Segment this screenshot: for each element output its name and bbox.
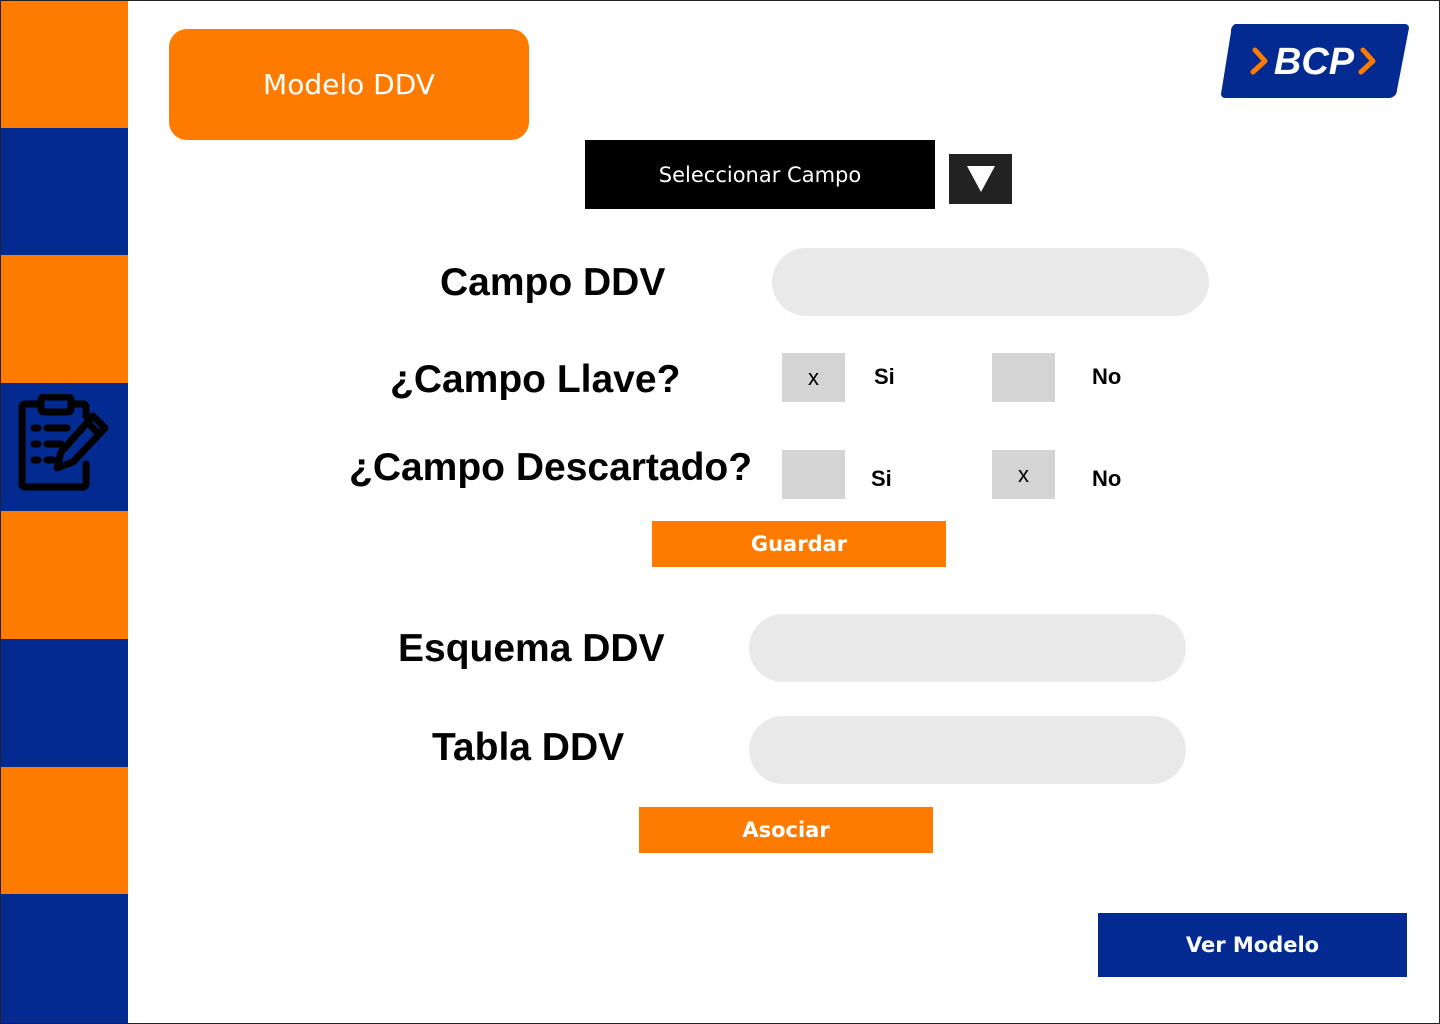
page-title: Modelo DDV bbox=[169, 29, 529, 140]
logo-text: BCP bbox=[1274, 41, 1355, 83]
ver-modelo-button[interactable]: Ver Modelo bbox=[1098, 913, 1407, 977]
sidebar-stripe-orange bbox=[1, 767, 128, 894]
campo-llave-no-checkbox[interactable] bbox=[992, 353, 1055, 402]
select-campo[interactable]: Seleccionar Campo bbox=[585, 140, 935, 209]
esquema-ddv-label: Esquema DDV bbox=[398, 627, 665, 670]
campo-llave-label: ¿Campo Llave? bbox=[390, 358, 681, 401]
sidebar-stripe-blue bbox=[1, 128, 128, 255]
edit-document-icon[interactable] bbox=[17, 394, 111, 492]
asociar-button[interactable]: Asociar bbox=[639, 807, 933, 853]
esquema-ddv-input[interactable] bbox=[749, 614, 1186, 682]
sidebar bbox=[1, 1, 128, 1023]
sidebar-stripe-orange bbox=[1, 255, 128, 383]
campo-descartado-label: ¿Campo Descartado? bbox=[349, 446, 753, 489]
campo-ddv-input[interactable] bbox=[772, 248, 1209, 316]
campo-descartado-si-checkbox[interactable] bbox=[782, 450, 845, 499]
sidebar-stripe-blue bbox=[1, 894, 128, 1023]
guardar-button[interactable]: Guardar bbox=[652, 521, 946, 567]
bcp-logo: BCP bbox=[1221, 24, 1409, 98]
campo-llave-si-label: Si bbox=[874, 364, 895, 389]
campo-llave-si-checkbox[interactable]: x bbox=[782, 353, 845, 402]
select-dropdown-button[interactable] bbox=[949, 154, 1012, 204]
sidebar-stripe-orange bbox=[1, 1, 128, 128]
sidebar-stripe-blue bbox=[1, 639, 128, 767]
campo-llave-no-label: No bbox=[1092, 364, 1122, 389]
campo-descartado-no-checkbox[interactable]: x bbox=[992, 450, 1055, 499]
campo-descartado-si-label: Si bbox=[871, 466, 892, 491]
campo-descartado-no-label: No bbox=[1092, 466, 1122, 491]
tabla-ddv-label: Tabla DDV bbox=[432, 726, 625, 769]
sidebar-stripe-orange bbox=[1, 511, 128, 639]
campo-ddv-label: Campo DDV bbox=[440, 261, 666, 304]
triangle-down-icon bbox=[966, 166, 995, 192]
tabla-ddv-input[interactable] bbox=[749, 716, 1186, 784]
